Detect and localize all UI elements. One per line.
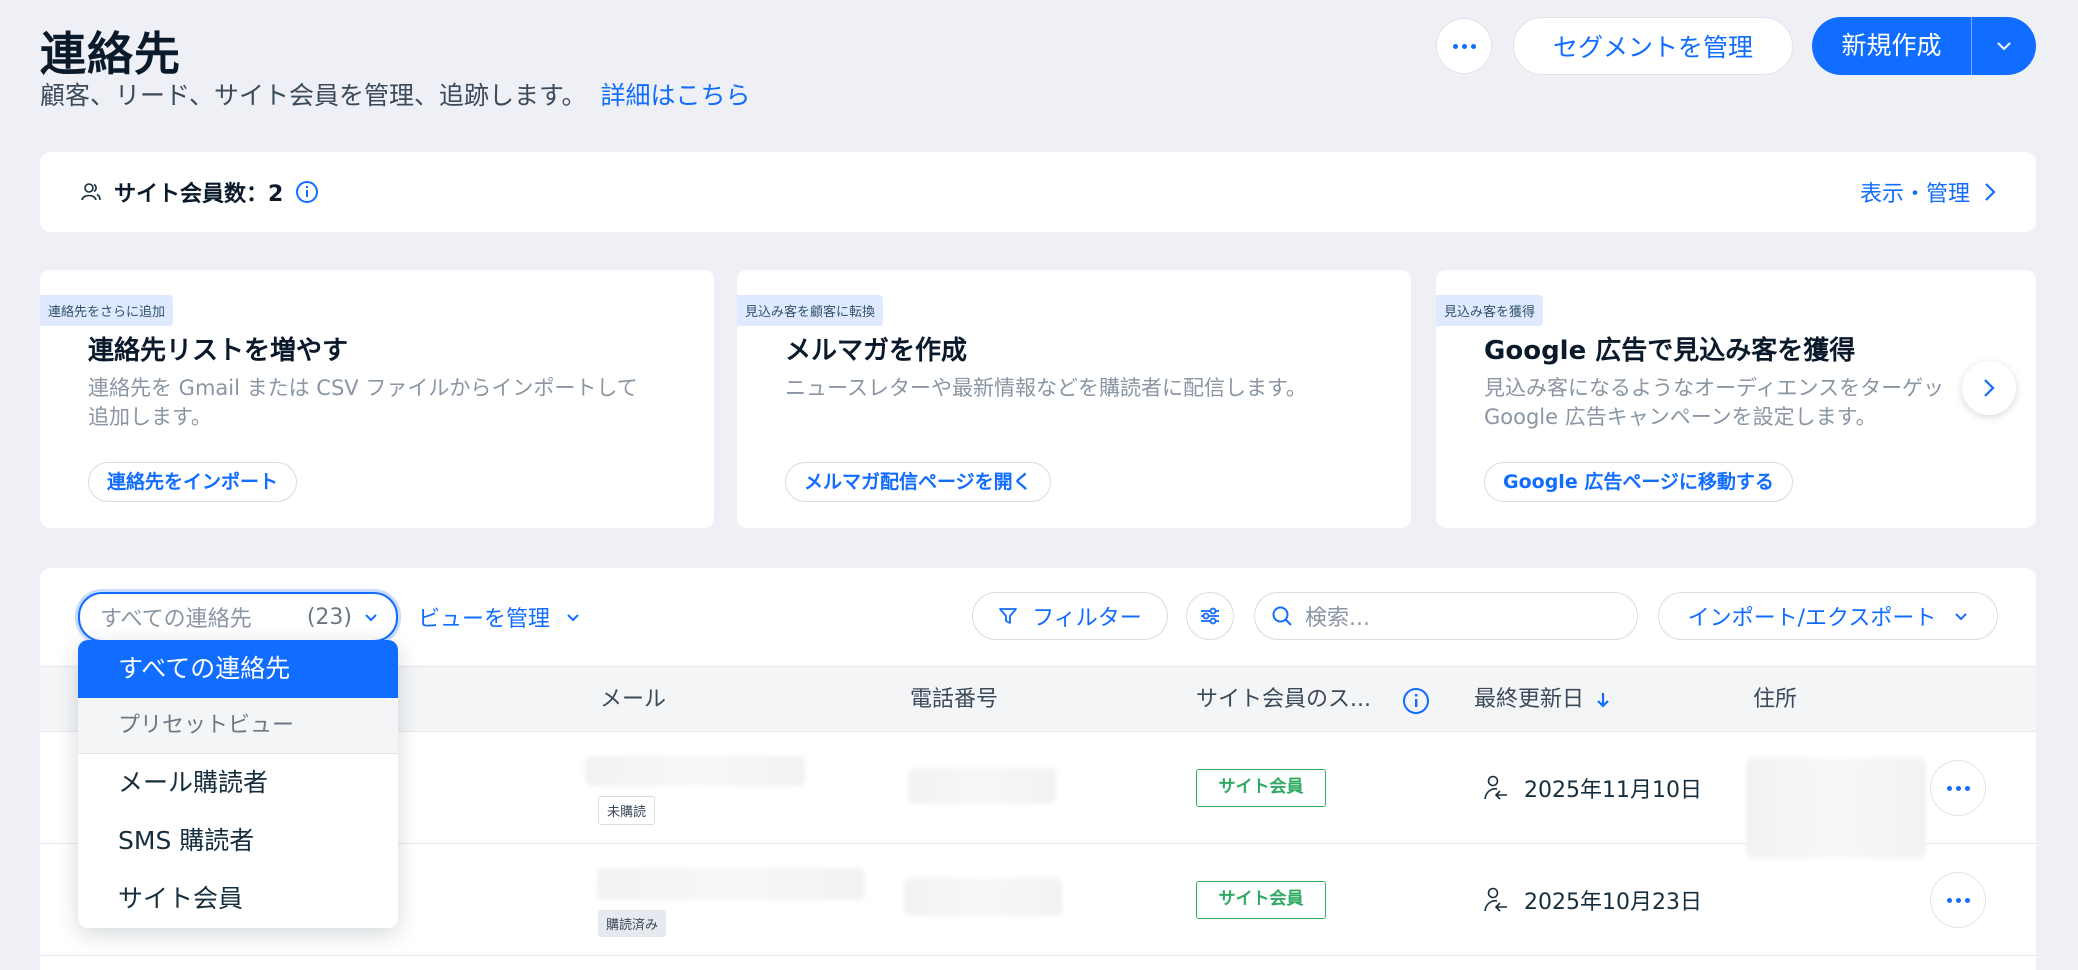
member-status-badge: サイト会員 bbox=[1196, 881, 1326, 919]
page-subtitle: 顧客、リード、サイト会員を管理、追跡します。 詳細はこちら bbox=[40, 76, 751, 112]
new-contact-split-button: 新規作成 bbox=[1812, 17, 2036, 75]
view-select-value: すべての連絡先 bbox=[100, 607, 252, 632]
subscription-badge: 未購読 bbox=[598, 796, 656, 825]
column-last-updated[interactable]: 最終更新日 bbox=[1474, 667, 1584, 733]
chevron-down-icon bbox=[365, 613, 377, 621]
import-contacts-button[interactable]: 連絡先をインポート bbox=[88, 462, 298, 502]
search-placeholder: 検索... bbox=[1305, 606, 1370, 631]
new-contact-button[interactable]: 新規作成 bbox=[1812, 17, 1972, 75]
card-newsletter: 見込み客を顧客に転換 メルマガを作成 ニュースレターや最新情報などを購読者に配信… bbox=[737, 270, 1411, 528]
more-actions-button[interactable] bbox=[1436, 18, 1492, 74]
import-export-button[interactable]: インポート/エクスポート bbox=[1658, 592, 1998, 640]
member-status-badge: サイト会員 bbox=[1196, 769, 1326, 807]
row-more-button[interactable] bbox=[1930, 872, 1986, 928]
card-description: 連絡先を Gmail または CSV ファイルからインポートして 追加します。 bbox=[88, 376, 638, 429]
card-title: 連絡先リストを増やす bbox=[88, 336, 349, 366]
new-contact-dropdown-toggle[interactable] bbox=[1972, 41, 2036, 51]
card-description: ニュースレターや最新情報などを購読者に配信します。 bbox=[785, 376, 1307, 400]
filter-icon bbox=[999, 608, 1018, 624]
column-email[interactable]: メール bbox=[600, 667, 666, 733]
column-phone[interactable]: 電話番号 bbox=[910, 667, 998, 733]
subscription-badge: 購読済み bbox=[598, 910, 667, 937]
table-settings-button[interactable] bbox=[1186, 592, 1234, 640]
view-select-count: (23) bbox=[306, 604, 352, 630]
open-newsletter-button[interactable]: メルマガ配信ページを開く bbox=[785, 462, 1051, 502]
more-icon bbox=[1946, 785, 1970, 791]
more-icon bbox=[1946, 897, 1970, 903]
page-title: 連絡先 bbox=[40, 27, 181, 81]
sort-down-icon[interactable] bbox=[1596, 691, 1610, 709]
address-redacted bbox=[1746, 758, 1926, 858]
view-manage-label: 表示・管理 bbox=[1859, 182, 1970, 207]
chevron-down-icon bbox=[1955, 612, 1968, 620]
manage-views-button[interactable]: ビューを管理 bbox=[418, 592, 580, 642]
card-description: 見込み客になるようなオーディエンスをターゲッ Google 広告キャンペーンを設… bbox=[1484, 376, 1945, 429]
card-tag: 見込み客を獲得 bbox=[1436, 295, 1544, 326]
phone-redacted bbox=[908, 768, 1056, 804]
dropdown-item-all-contacts[interactable]: すべての連絡先 bbox=[78, 640, 398, 698]
google-ads-button[interactable]: Google 広告ページに移動する bbox=[1484, 462, 1793, 502]
learn-more-link[interactable]: 詳細はこちら bbox=[601, 81, 751, 110]
filter-button[interactable]: フィルター bbox=[972, 592, 1168, 640]
site-member-count: サイト会員数：2 bbox=[114, 182, 284, 207]
chevron-down-icon bbox=[1997, 42, 2011, 51]
email-redacted bbox=[585, 756, 805, 786]
card-tag: 見込み客を顧客に転換 bbox=[737, 295, 884, 326]
filter-label: フィルター bbox=[1032, 606, 1142, 631]
column-address[interactable]: 住所 bbox=[1753, 667, 1797, 733]
manage-views-label: ビューを管理 bbox=[418, 607, 551, 632]
view-manage-link[interactable]: 表示・管理 bbox=[1860, 152, 1996, 232]
user-activity-icon bbox=[1484, 775, 1507, 800]
view-select[interactable]: すべての連絡先 (23) bbox=[78, 592, 398, 642]
subtitle-text: 顧客、リード、サイト会員を管理、追跡します。 bbox=[40, 81, 587, 110]
column-member-status[interactable]: サイト会員のス... bbox=[1196, 667, 1371, 733]
import-export-label: インポート/エクスポート bbox=[1687, 606, 1937, 631]
card-title: Google 広告で見込み客を獲得 bbox=[1484, 336, 1856, 366]
view-dropdown-menu: すべての連絡先 プリセットビュー メール購読者 SMS 購読者 サイト会員 bbox=[78, 640, 398, 928]
last-updated: 2025年11月10日 bbox=[1482, 772, 1702, 804]
user-activity-icon bbox=[1484, 887, 1507, 912]
info-icon[interactable] bbox=[295, 180, 319, 204]
card-google-ads: 見込み客を獲得 Google 広告で見込み客を獲得 見込み客になるようなオーディ… bbox=[1436, 270, 2036, 528]
site-member-strip: サイト会員数：2 表示・管理 bbox=[40, 152, 2036, 232]
dropdown-section-preset-views: プリセットビュー bbox=[78, 698, 398, 754]
phone-redacted bbox=[904, 878, 1062, 916]
chevron-right-icon bbox=[1984, 379, 1995, 397]
manage-segments-button[interactable]: セグメントを管理 bbox=[1513, 17, 1793, 75]
email-redacted bbox=[597, 868, 865, 900]
card-title: メルマガを作成 bbox=[785, 336, 968, 366]
chevron-down-icon bbox=[567, 613, 579, 621]
sliders-icon bbox=[1201, 607, 1219, 625]
carousel-next-button[interactable] bbox=[1962, 361, 2016, 415]
chevron-right-icon bbox=[1985, 183, 1996, 201]
dropdown-item-site-members[interactable]: サイト会員 bbox=[78, 870, 398, 928]
search-icon bbox=[1272, 606, 1292, 626]
members-icon bbox=[81, 183, 101, 201]
card-tag: 連絡先をさらに追加 bbox=[40, 295, 174, 326]
search-input[interactable]: 検索... bbox=[1254, 592, 1638, 640]
info-icon[interactable] bbox=[1402, 687, 1430, 715]
last-updated: 2025年10月23日 bbox=[1482, 884, 1702, 916]
last-updated-date: 2025年11月10日 bbox=[1524, 778, 1702, 803]
dropdown-item-email-subscribers[interactable]: メール購読者 bbox=[78, 754, 398, 812]
row-more-button[interactable] bbox=[1930, 760, 1986, 816]
more-icon bbox=[1452, 43, 1476, 49]
last-updated-date: 2025年10月23日 bbox=[1524, 890, 1702, 915]
dropdown-item-sms-subscribers[interactable]: SMS 購読者 bbox=[78, 812, 398, 870]
card-grow-contacts: 連絡先をさらに追加 連絡先リストを増やす 連絡先を Gmail または CSV … bbox=[40, 270, 714, 528]
